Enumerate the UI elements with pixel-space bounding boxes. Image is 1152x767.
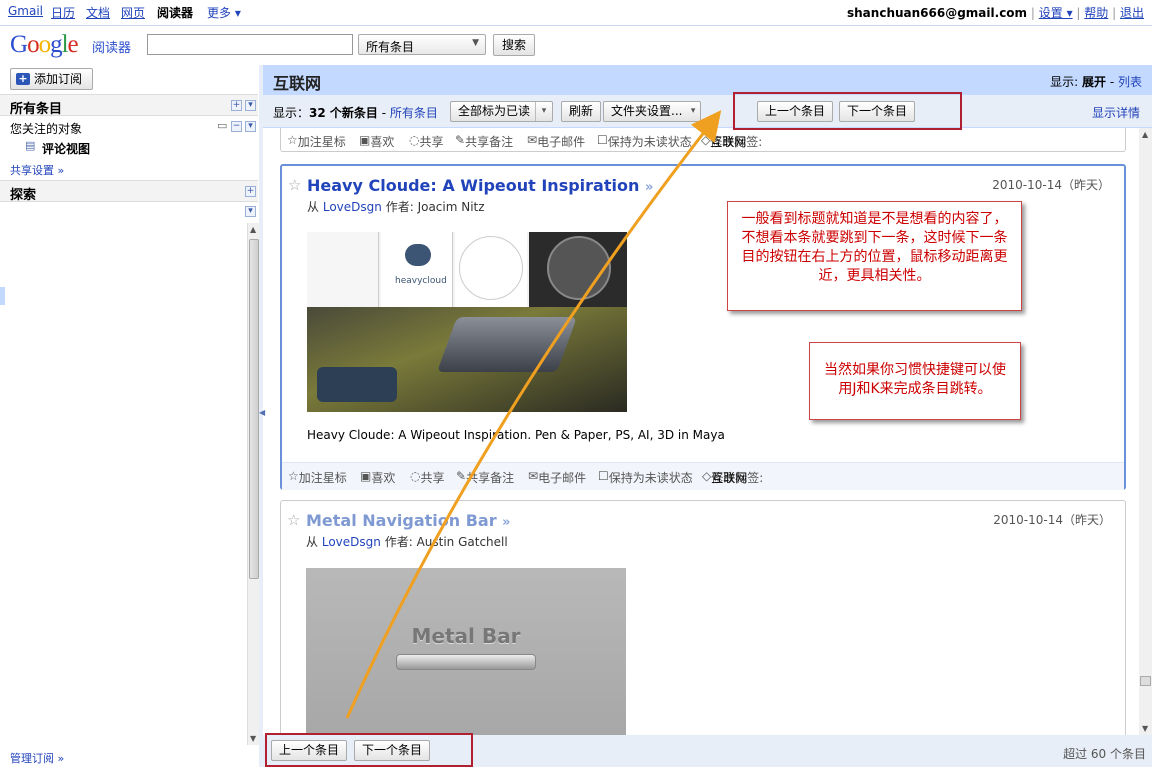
arrow-line xyxy=(345,110,722,719)
annotation-note-2: 当然如果你习惯快捷键可以使用J和K来完成条目跳转。 xyxy=(809,342,1021,420)
annotation-note-1: 一般看到标题就知道是不是想看的内容了，不想看本条就要跳到下一条，这时候下一条目的… xyxy=(727,201,1022,311)
